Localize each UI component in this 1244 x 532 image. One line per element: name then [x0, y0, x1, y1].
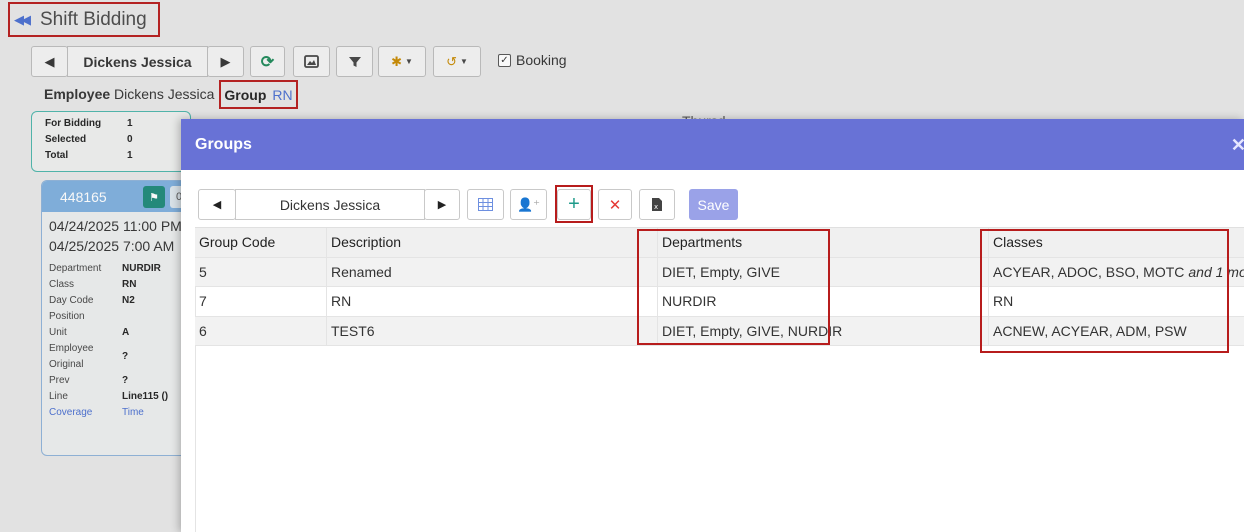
modal-title: Groups — [195, 135, 252, 153]
departments-column-highlight — [637, 229, 830, 345]
caret-left-icon: ◀ — [212, 199, 222, 211]
export-excel-button[interactable]: x — [639, 189, 675, 220]
modal-next-employee-button[interactable]: ▶ — [424, 189, 460, 220]
column-header-description[interactable]: Description — [327, 228, 658, 257]
column-header-group-code[interactable]: Group Code — [195, 228, 327, 257]
add-button-highlight — [555, 185, 593, 223]
delete-group-button[interactable]: ✕ — [598, 189, 632, 220]
groups-modal: Groups ✕ ◀ Dickens Jessica ▶ 👤⁺ + ✕ x Sa… — [181, 119, 1244, 532]
cell-group-code: 7 — [195, 287, 327, 316]
cell-group-code: 5 — [195, 257, 327, 286]
grid-view-button[interactable] — [467, 189, 504, 220]
assign-user-button[interactable]: 👤⁺ — [510, 189, 547, 220]
excel-file-icon: x — [652, 198, 662, 211]
cell-description: TEST6 — [327, 316, 658, 345]
add-user-icon: 👤⁺ — [516, 196, 541, 212]
modal-employee-label: Dickens Jessica — [279, 196, 381, 213]
caret-right-icon: ▶ — [437, 199, 447, 211]
classes-column-highlight — [980, 229, 1229, 353]
cell-description: RN — [327, 287, 658, 316]
close-icon[interactable]: ✕ — [1231, 135, 1244, 156]
save-button[interactable]: Save — [689, 189, 738, 220]
modal-prev-employee-button[interactable]: ◀ — [198, 189, 236, 220]
cell-group-code: 6 — [195, 316, 327, 345]
table-icon — [478, 198, 493, 211]
cell-description: Renamed — [327, 257, 658, 286]
modal-header: Groups ✕ — [181, 119, 1244, 170]
svg-text:x: x — [654, 203, 658, 211]
modal-employee-selector[interactable]: Dickens Jessica — [235, 189, 425, 220]
close-x-icon: ✕ — [608, 196, 622, 214]
